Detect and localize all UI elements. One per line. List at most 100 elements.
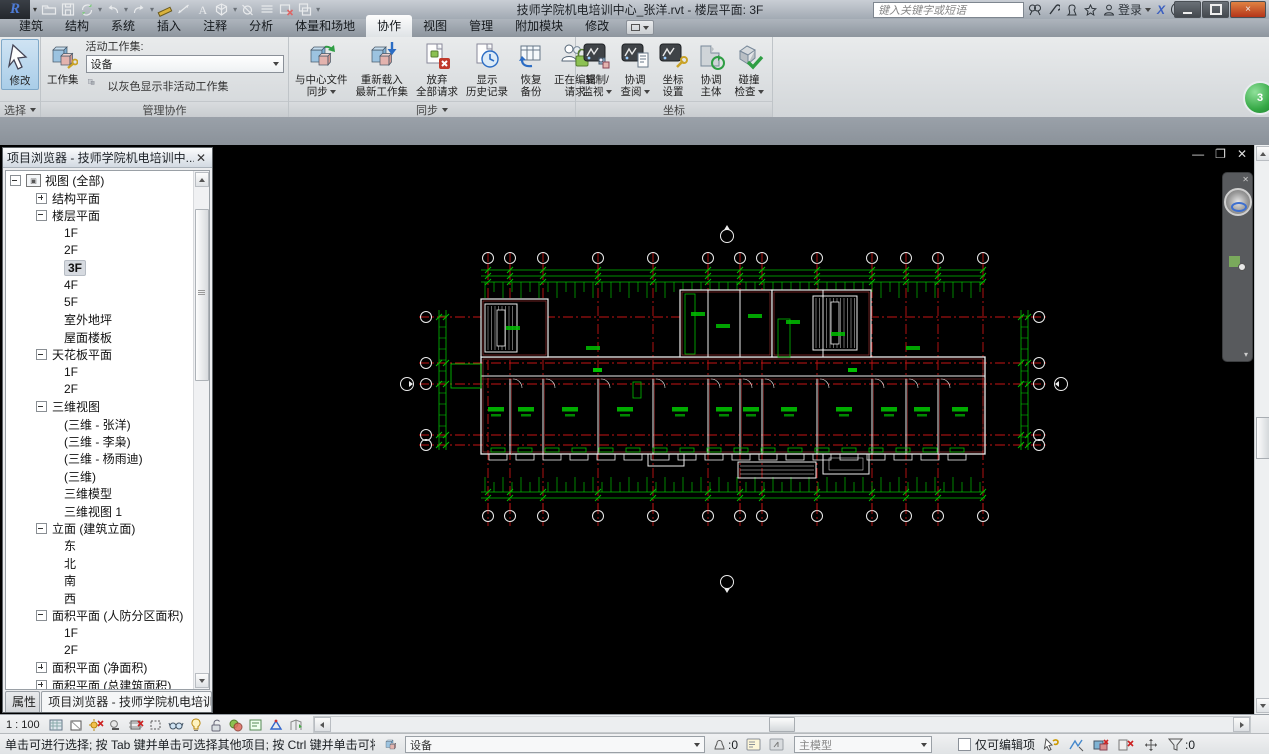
tree-item-label[interactable]: (三维 - 张洋) — [64, 416, 131, 433]
tree-item-label[interactable]: 面积平面 (总建筑面积) — [52, 677, 171, 689]
ribbon-tab-分析[interactable]: 分析 — [238, 15, 284, 37]
qat-dropdown-arrow-icon[interactable]: ▾ — [233, 5, 237, 14]
tree-item-label[interactable]: 2F — [64, 382, 78, 396]
worksharing-display-toggle-icon[interactable] — [1093, 738, 1110, 752]
tree-item-label[interactable]: 楼层平面 — [52, 207, 100, 224]
scale-button[interactable]: 1 : 100 — [6, 719, 40, 731]
tree-item-北[interactable]: 北 — [6, 555, 194, 572]
relinquish-button[interactable]: 放弃 全部请求 — [413, 39, 461, 100]
crop-view-off-icon[interactable] — [128, 717, 145, 732]
tree-item-屋面楼板[interactable]: 屋面楼板 — [6, 329, 194, 346]
tree-item-1F[interactable]: 1F — [6, 224, 194, 241]
option-pick-icon[interactable] — [769, 738, 784, 751]
crop-region-icon[interactable] — [148, 717, 165, 732]
exchange-apps-icon[interactable]: X — [1157, 3, 1165, 17]
tree-item-三维模型[interactable]: 三维模型 — [6, 485, 194, 502]
search-icon[interactable] — [1028, 3, 1042, 16]
panel-sync-label[interactable]: 同步 — [289, 101, 575, 117]
drag-elements-icon[interactable] — [1068, 738, 1085, 752]
sign-in-arrow-icon[interactable] — [1145, 7, 1152, 12]
workset-status-select[interactable]: 设备 — [405, 736, 705, 753]
ribbon-tab-视图[interactable]: 视图 — [412, 15, 458, 37]
tree-item-面积平面-总建筑面积-[interactable]: 面积平面 (总建筑面积) — [6, 676, 194, 689]
tree-item-楼层平面[interactable]: 楼层平面 — [6, 207, 194, 224]
search-input[interactable]: 键入关键字或短语 — [873, 2, 1024, 18]
expand-icon[interactable] — [36, 662, 47, 674]
tree-item--三维-杨雨迪-[interactable]: (三维 - 杨雨迪) — [6, 450, 194, 467]
tree-item-视图-全部-[interactable]: ▣ 视图 (全部) — [6, 172, 194, 189]
expand-icon[interactable] — [36, 679, 47, 689]
sun-path-off-icon[interactable] — [88, 717, 105, 732]
tree-item-立面-建筑立面-[interactable]: 立面 (建筑立面) — [6, 520, 194, 537]
analytical-model-icon[interactable] — [268, 717, 285, 732]
scroll-up-arrow[interactable] — [1256, 146, 1269, 161]
copy-monitor-button[interactable]: 复制/监视 — [579, 39, 615, 100]
detail-level-icon[interactable] — [48, 717, 65, 732]
tree-item-2F[interactable]: 2F — [6, 242, 194, 259]
temporary-hide-icon[interactable] — [168, 717, 185, 732]
qat-dropdown-arrow-icon[interactable]: ▾ — [150, 5, 154, 14]
tree-item-label[interactable]: 2F — [64, 643, 78, 657]
steering-wheel-icon[interactable] — [1223, 188, 1252, 216]
tree-item-1F[interactable]: 1F — [6, 363, 194, 380]
view-minimize-icon[interactable]: — — [1192, 147, 1204, 161]
collapse-icon[interactable] — [36, 523, 47, 534]
tree-item-西[interactable]: 西 — [6, 589, 194, 606]
collapse-icon[interactable] — [36, 609, 47, 621]
editable-only-control[interactable]: 仅可编辑项 — [958, 736, 1035, 753]
ribbon-tab-插入[interactable]: 插入 — [146, 15, 192, 37]
qat-customize-arrow-icon[interactable]: ▾ — [316, 5, 320, 14]
tree-item-label[interactable]: 三维视图 1 — [64, 503, 122, 520]
tree-item-label[interactable]: 3F — [64, 259, 87, 276]
project-browser-titlebar[interactable]: 项目浏览器 - 技师学院机电培训中... ✕ — [3, 148, 212, 168]
press-drag-icon[interactable] — [1143, 738, 1160, 752]
select-toggle-icon[interactable] — [1043, 737, 1060, 752]
tree-item-label[interactable]: 1F — [64, 365, 78, 379]
worksharing-display-icon[interactable] — [228, 717, 245, 732]
ribbon-tab-建筑[interactable]: 建筑 — [8, 15, 54, 37]
tree-item-label[interactable]: (三维 - 李枭) — [64, 433, 131, 450]
tree-item--三维-李枭-[interactable]: (三维 - 李枭) — [6, 433, 194, 450]
ribbon-tab-系统[interactable]: 系统 — [100, 15, 146, 37]
filter-icon[interactable]: :0 — [1168, 738, 1195, 752]
tree-item-面积平面-净面积-[interactable]: 面积平面 (净面积) — [6, 659, 194, 676]
tree-item-室外地坪[interactable]: 室外地坪 — [6, 311, 194, 328]
horizontal-scrollbar[interactable] — [312, 716, 1251, 733]
tree-scroll-up-arrow[interactable] — [195, 172, 209, 187]
ribbon-state-toggle[interactable] — [626, 20, 655, 35]
tree-item-南[interactable]: 南 — [6, 572, 194, 589]
tree-item-label[interactable]: 天花板平面 — [52, 346, 112, 363]
navbar-options-icon[interactable]: ▾ — [1244, 350, 1248, 359]
favorites-star-icon[interactable] — [1084, 3, 1097, 16]
expand-icon[interactable] — [36, 192, 47, 204]
tree-item-label[interactable]: 1F — [64, 626, 78, 640]
tree-item-结构平面[interactable]: 结构平面 — [6, 189, 194, 206]
vertical-scroll-thumb[interactable] — [1256, 417, 1269, 459]
interference-button[interactable]: 碰撞 检查 — [731, 39, 767, 100]
scroll-right-arrow[interactable] — [1233, 717, 1250, 732]
qat-dropdown-arrow-icon[interactable]: ▾ — [124, 5, 128, 14]
visual-style-icon[interactable] — [68, 717, 85, 732]
tree-item-label[interactable]: 2F — [64, 243, 78, 257]
tree-item--三维-张洋-[interactable]: (三维 - 张洋) — [6, 415, 194, 432]
tree-item-面积平面-人防分区面积-[interactable]: 面积平面 (人防分区面积) — [6, 607, 194, 624]
tree-item-label[interactable]: 西 — [64, 590, 76, 607]
scroll-down-arrow[interactable] — [1256, 698, 1269, 713]
ribbon-tab-附加模块[interactable]: 附加模块 — [504, 15, 574, 37]
exclude-options-icon[interactable] — [1118, 738, 1135, 752]
panel-select-label[interactable]: 选择 — [0, 101, 40, 117]
floor-plan-drawing[interactable] — [393, 224, 1083, 604]
scroll-left-arrow[interactable] — [313, 717, 331, 732]
sign-in-icon[interactable]: 登录 — [1103, 1, 1152, 18]
maximize-button[interactable] — [1202, 1, 1229, 18]
tree-item-三维视图-1[interactable]: 三维视图 1 — [6, 502, 194, 519]
ribbon-tab-结构[interactable]: 结构 — [54, 15, 100, 37]
minimize-button[interactable] — [1174, 1, 1201, 18]
view-close-icon[interactable]: ✕ — [1237, 147, 1247, 161]
ribbon-tab-协作[interactable]: 协作 — [366, 15, 413, 37]
tree-item-label[interactable]: 结构平面 — [52, 190, 100, 207]
horizontal-scroll-thumb[interactable] — [768, 717, 795, 732]
restore-backup-button[interactable]: 恢复 备份 — [513, 39, 549, 100]
displacement-sets-icon[interactable] — [288, 717, 305, 732]
notification-badge[interactable]: 3 — [1243, 81, 1269, 115]
